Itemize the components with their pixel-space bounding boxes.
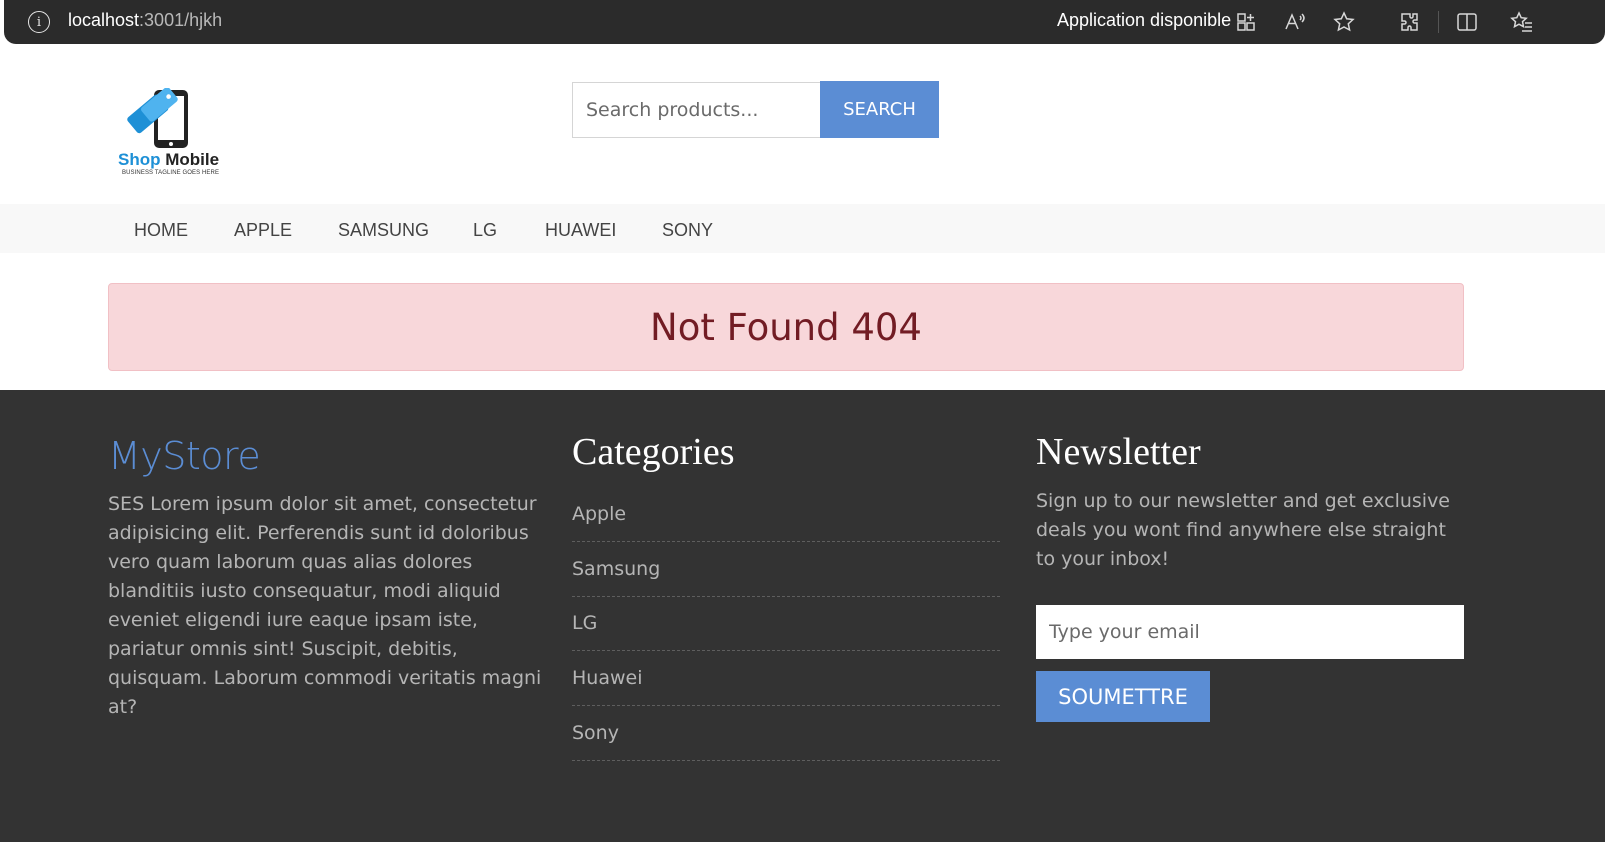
toolbar-divider bbox=[1438, 11, 1439, 33]
url-host: localhost bbox=[68, 10, 140, 30]
newsletter-submit-button[interactable]: SOUMETTRE bbox=[1036, 671, 1210, 722]
app-available-label[interactable]: Application disponible bbox=[1057, 10, 1231, 31]
alert-message: Not Found 404 bbox=[650, 305, 922, 349]
logo-tagline: BUSINESS TAGLINE GOES HERE bbox=[122, 170, 220, 176]
category-link-apple[interactable]: Apple bbox=[572, 487, 1000, 542]
logo-brand-name: Shop Mobile bbox=[118, 150, 219, 170]
main-nav: HOME APPLE SAMSUNG LG HUAWEI SONY bbox=[0, 204, 1605, 253]
nav-item-huawei[interactable]: HUAWEI bbox=[545, 220, 616, 241]
category-link-lg[interactable]: LG bbox=[572, 597, 1000, 652]
browser-chrome: i localhost:3001/hjkh Application dispon… bbox=[0, 0, 1605, 45]
footer-categories-list: Apple Samsung LG Huawei Sony bbox=[572, 487, 1000, 761]
footer-newsletter-title: Newsletter bbox=[1036, 431, 1201, 473]
newsletter-email-input[interactable] bbox=[1036, 605, 1464, 659]
search-input[interactable] bbox=[572, 82, 820, 138]
favorites-list-icon[interactable] bbox=[1509, 9, 1535, 35]
address-bar[interactable]: i localhost:3001/hjkh Application dispon… bbox=[4, 0, 1605, 44]
search-button[interactable]: SEARCH bbox=[820, 81, 939, 138]
url-path: :3001/hjkh bbox=[139, 10, 223, 30]
extensions-icon[interactable] bbox=[1396, 9, 1422, 35]
footer-categories-title: Categories bbox=[572, 431, 735, 473]
nav-item-lg[interactable]: LG bbox=[473, 220, 497, 241]
nav-item-samsung[interactable]: SAMSUNG bbox=[338, 220, 429, 241]
category-link-samsung[interactable]: Samsung bbox=[572, 542, 1000, 597]
nav-item-apple[interactable]: APPLE bbox=[234, 220, 292, 241]
footer-store-description: SES Lorem ipsum dolor sit amet, consecte… bbox=[108, 493, 542, 718]
category-link-huawei[interactable]: Huawei bbox=[572, 651, 1000, 707]
split-screen-icon[interactable] bbox=[1454, 9, 1480, 35]
logo-shop-word: Shop bbox=[118, 150, 161, 169]
not-found-alert: Not Found 404 bbox=[108, 283, 1464, 371]
footer-store-title: MyStore bbox=[108, 434, 261, 478]
nav-item-home[interactable]: HOME bbox=[134, 220, 188, 241]
favorite-star-icon[interactable] bbox=[1331, 9, 1357, 35]
nav-item-sony[interactable]: SONY bbox=[662, 220, 713, 241]
url-text[interactable]: localhost:3001/hjkh bbox=[68, 10, 222, 31]
site-info-icon[interactable]: i bbox=[28, 11, 50, 33]
logo-mobile-word: Mobile bbox=[160, 150, 220, 169]
app-install-icon[interactable] bbox=[1233, 9, 1259, 35]
category-link-sony[interactable]: Sony bbox=[572, 706, 1000, 761]
footer-newsletter-description: Sign up to our newsletter and get exclus… bbox=[1036, 490, 1451, 570]
read-aloud-icon[interactable] bbox=[1282, 9, 1308, 35]
